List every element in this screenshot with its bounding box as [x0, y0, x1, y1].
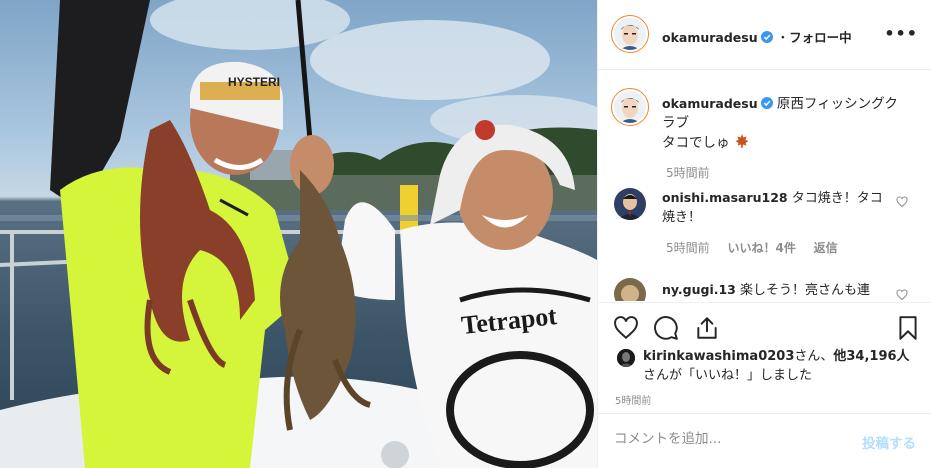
header-separator: ・ — [776, 30, 790, 45]
follow-status-button[interactable]: フォロー中 — [789, 30, 852, 45]
header-username[interactable]: okamuradesu — [662, 30, 758, 45]
maple-leaf-icon — [735, 134, 749, 148]
comment-avatar[interactable] — [614, 278, 646, 301]
comment-like-heart-icon[interactable] — [896, 289, 908, 301]
liker-username[interactable]: kirinkawashima0203 — [643, 349, 794, 364]
liker-avatar[interactable] — [617, 349, 635, 367]
caption-line-2: タコでしゅ — [662, 135, 730, 151]
comment-bubble-icon[interactable] — [653, 315, 679, 341]
caption-avatar[interactable] — [614, 91, 646, 123]
reply-button[interactable]: 返信 — [814, 241, 838, 255]
comment-like-heart-icon[interactable] — [896, 196, 908, 208]
comment-input[interactable] — [614, 431, 834, 447]
comment-username[interactable]: onishi.masaru128 — [662, 190, 788, 205]
share-icon[interactable] — [694, 315, 720, 341]
likes-suffix: さん、 — [794, 349, 834, 364]
caption-username[interactable]: okamuradesu — [662, 96, 758, 111]
verified-badge-icon — [760, 31, 773, 43]
post-side-panel: okamuradesu ・フォロー中 ••• okamuradesu 原西フィッ… — [597, 0, 931, 468]
more-options-icon[interactable]: ••• — [884, 24, 918, 43]
caption-text: okamuradesu 原西フィッシングクラブ タコでしゅ — [662, 94, 902, 153]
comments-list: okamuradesu 原西フィッシングクラブ タコでしゅ 5時間前 onish… — [598, 71, 931, 301]
comment-text: onishi.masaru128 タコ焼き！タコ焼き！ — [662, 188, 892, 227]
post-timestamp[interactable]: 5時間前 — [615, 392, 651, 407]
comment-avatar[interactable] — [614, 188, 646, 220]
comment-timestamp[interactable]: 5時間前 — [666, 241, 710, 255]
verified-badge-icon — [760, 97, 773, 109]
comment-username[interactable]: ny.gugi.13 — [662, 282, 736, 297]
others-count[interactable]: 他34,196人 — [833, 349, 909, 364]
avatar[interactable] — [614, 18, 646, 50]
fishing-photo-illustration: HYSTERI Tetrapot — [0, 0, 597, 468]
likes-suffix-2: さんが「いいね！」しました — [643, 368, 813, 383]
add-comment-bar: 投稿する — [598, 413, 931, 468]
comment-likes-count[interactable]: いいね！4件 — [727, 241, 795, 255]
svg-text:HYSTERI: HYSTERI — [228, 75, 280, 89]
comment-body: 楽しそう！亮さんも連 — [740, 283, 871, 298]
post-header: okamuradesu ・フォロー中 ••• — [598, 0, 931, 70]
post-photo[interactable]: HYSTERI Tetrapot — [0, 0, 597, 468]
post-comment-button[interactable]: 投稿する — [862, 432, 916, 452]
bookmark-icon[interactable] — [895, 315, 921, 341]
post-actions: kirinkawashima0203さん、他34,196人 さんが「いいね！」し… — [598, 302, 931, 430]
like-heart-icon[interactable] — [613, 315, 639, 341]
header-user-line: okamuradesu ・フォロー中 — [662, 27, 852, 46]
comment-text: ny.gugi.13 楽しそう！亮さんも連 — [662, 280, 892, 300]
comment-meta: 5時間前 いいね！4件 返信 — [666, 239, 852, 256]
caption-timestamp[interactable]: 5時間前 — [666, 164, 710, 181]
likes-summary: kirinkawashima0203さん、他34,196人 さんが「いいね！」し… — [643, 347, 923, 385]
